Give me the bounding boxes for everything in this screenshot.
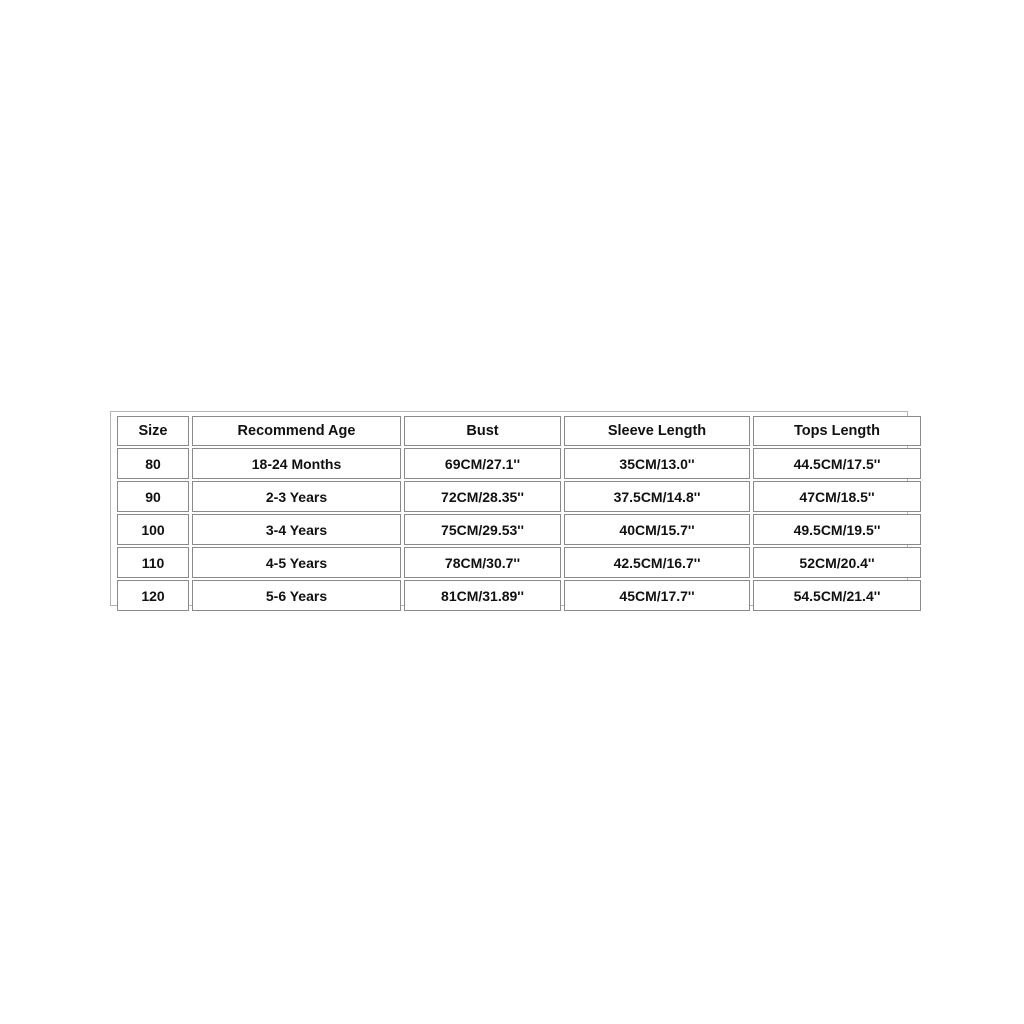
cell-size: 100 (117, 514, 189, 545)
cell-tops-length: 52CM/20.4'' (753, 547, 921, 578)
cell-tops-length: 54.5CM/21.4'' (753, 580, 921, 611)
cell-bust: 81CM/31.89'' (404, 580, 561, 611)
column-header-sleeve-length: Sleeve Length (564, 416, 750, 446)
table-row: 90 2-3 Years 72CM/28.35'' 37.5CM/14.8'' … (117, 481, 921, 512)
size-chart-table: Size Recommend Age Bust Sleeve Length To… (114, 414, 924, 613)
cell-sleeve-length: 37.5CM/14.8'' (564, 481, 750, 512)
table-header-row: Size Recommend Age Bust Sleeve Length To… (117, 416, 921, 446)
cell-recommend-age: 4-5 Years (192, 547, 401, 578)
column-header-bust: Bust (404, 416, 561, 446)
cell-size: 80 (117, 448, 189, 479)
column-header-size: Size (117, 416, 189, 446)
cell-bust: 72CM/28.35'' (404, 481, 561, 512)
cell-recommend-age: 5-6 Years (192, 580, 401, 611)
table-row: 120 5-6 Years 81CM/31.89'' 45CM/17.7'' 5… (117, 580, 921, 611)
cell-size: 120 (117, 580, 189, 611)
cell-tops-length: 49.5CM/19.5'' (753, 514, 921, 545)
size-chart-header: Size Recommend Age Bust Sleeve Length To… (117, 416, 921, 446)
table-row: 100 3-4 Years 75CM/29.53'' 40CM/15.7'' 4… (117, 514, 921, 545)
column-header-tops-length: Tops Length (753, 416, 921, 446)
cell-bust: 78CM/30.7'' (404, 547, 561, 578)
cell-tops-length: 47CM/18.5'' (753, 481, 921, 512)
cell-recommend-age: 3-4 Years (192, 514, 401, 545)
cell-bust: 75CM/29.53'' (404, 514, 561, 545)
cell-recommend-age: 2-3 Years (192, 481, 401, 512)
cell-sleeve-length: 40CM/15.7'' (564, 514, 750, 545)
size-chart-container: Size Recommend Age Bust Sleeve Length To… (110, 411, 921, 611)
cell-sleeve-length: 35CM/13.0'' (564, 448, 750, 479)
cell-sleeve-length: 42.5CM/16.7'' (564, 547, 750, 578)
cell-size: 110 (117, 547, 189, 578)
cell-recommend-age: 18-24 Months (192, 448, 401, 479)
size-chart-body: 80 18-24 Months 69CM/27.1'' 35CM/13.0'' … (117, 448, 921, 611)
column-header-recommend-age: Recommend Age (192, 416, 401, 446)
cell-tops-length: 44.5CM/17.5'' (753, 448, 921, 479)
cell-size: 90 (117, 481, 189, 512)
cell-bust: 69CM/27.1'' (404, 448, 561, 479)
cell-sleeve-length: 45CM/17.7'' (564, 580, 750, 611)
table-row: 80 18-24 Months 69CM/27.1'' 35CM/13.0'' … (117, 448, 921, 479)
table-row: 110 4-5 Years 78CM/30.7'' 42.5CM/16.7'' … (117, 547, 921, 578)
